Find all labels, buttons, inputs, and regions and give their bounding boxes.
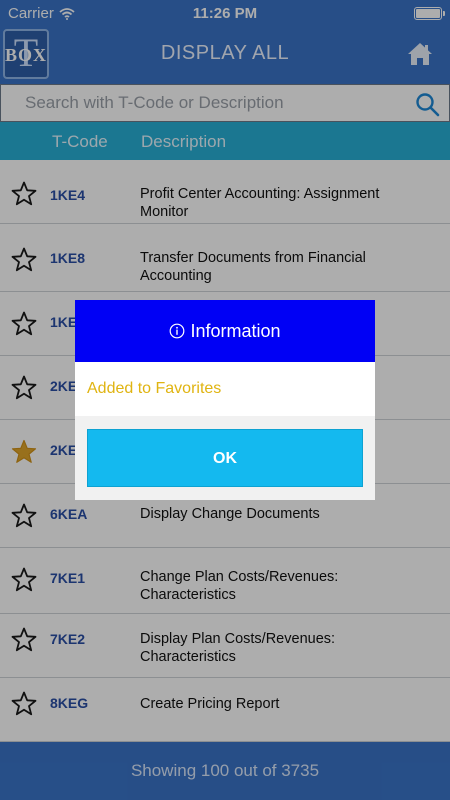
dialog-body: Added to Favorites [75,362,375,416]
info-icon [170,323,185,339]
information-dialog: Information Added to Favorites OK [75,300,375,500]
dialog-title: Information [190,320,281,341]
ok-button[interactable]: OK [87,429,363,487]
dialog-message: Added to Favorites [87,380,222,397]
dialog-header: Information [75,300,375,362]
